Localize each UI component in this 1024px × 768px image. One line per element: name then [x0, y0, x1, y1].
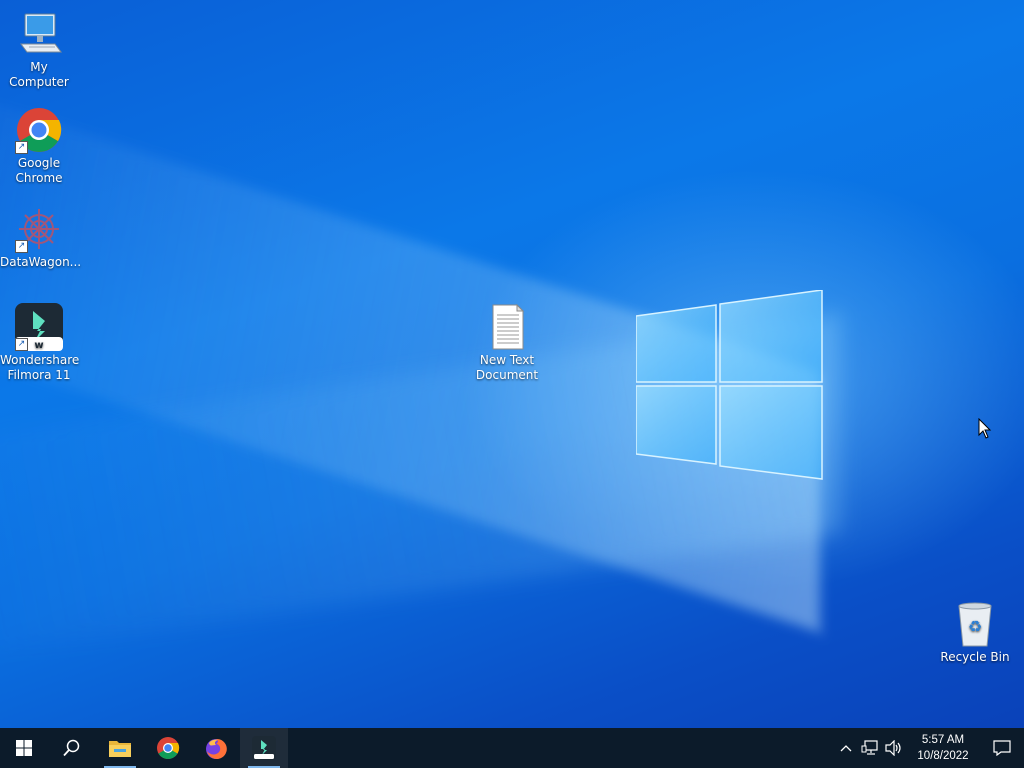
- desktop-icon-new-text-document[interactable]: New Text Document: [468, 303, 546, 383]
- desktop-icon-filmora[interactable]: w ↗ Wondershare Filmora 11: [0, 303, 80, 383]
- notification-icon: [993, 740, 1011, 756]
- clock[interactable]: 5:57 AM 10/8/2022: [910, 732, 976, 764]
- mouse-cursor-icon: [978, 418, 992, 439]
- taskbar-firefox[interactable]: [192, 728, 240, 768]
- computer-icon: [15, 10, 63, 58]
- chrome-icon: ↗: [15, 106, 63, 154]
- taskbar-chrome[interactable]: [144, 728, 192, 768]
- desktop-icon-datawagon[interactable]: ↗ DataWagon...: [0, 205, 82, 270]
- desktop-icon-google-chrome[interactable]: ↗ Google Chrome: [0, 106, 78, 186]
- chevron-up-icon: [840, 745, 852, 752]
- filmora-icon: [252, 736, 276, 760]
- taskbar: 5:57 AM 10/8/2022: [0, 728, 1024, 768]
- clock-date: 10/8/2022: [917, 750, 969, 762]
- svg-text:♻: ♻: [968, 617, 982, 636]
- text-document-icon: [483, 303, 531, 351]
- volume-button[interactable]: [882, 728, 906, 768]
- taskbar-filmora[interactable]: [240, 728, 288, 768]
- taskbar-file-explorer[interactable]: [96, 728, 144, 768]
- shortcut-arrow-icon: ↗: [15, 240, 28, 253]
- svg-text:w: w: [34, 340, 43, 351]
- desktop-icon-label: DataWagon...: [0, 255, 82, 269]
- desktop-icon-recycle-bin[interactable]: ♻ Recycle Bin: [936, 600, 1014, 665]
- firefox-icon: [206, 738, 227, 759]
- action-center-button[interactable]: [980, 728, 1024, 768]
- desktop-icon-label: My Computer: [9, 60, 69, 89]
- desktop-icon-label: Wondershare Filmora 11: [0, 353, 80, 382]
- datawagon-icon: ↗: [15, 205, 63, 253]
- start-icon: [16, 740, 32, 756]
- shortcut-arrow-icon: ↗: [15, 141, 28, 154]
- system-tray: 5:57 AM 10/8/2022: [834, 728, 1024, 768]
- filmora-icon: w ↗: [15, 303, 63, 351]
- shortcut-arrow-icon: ↗: [15, 338, 28, 351]
- desktop-icon-label: Google Chrome: [15, 156, 63, 185]
- file-explorer-icon: [109, 741, 131, 757]
- desktop-icon-my-computer[interactable]: My Computer: [0, 10, 78, 90]
- recycle-bin-icon: ♻: [951, 600, 999, 648]
- network-icon: [861, 740, 878, 755]
- search-button[interactable]: [48, 728, 96, 768]
- show-hidden-icons-button[interactable]: [834, 728, 858, 768]
- search-icon: [63, 739, 80, 757]
- start-button[interactable]: [0, 728, 48, 768]
- clock-time: 5:57 AM: [921, 734, 965, 746]
- desktop-icon-label: Recycle Bin: [940, 650, 1010, 664]
- desktop-icon-label: New Text Document: [475, 353, 539, 382]
- chrome-icon: [157, 737, 180, 759]
- network-button[interactable]: [858, 728, 882, 768]
- windows-logo-wallpaper: [636, 290, 823, 480]
- speaker-icon: [885, 740, 901, 756]
